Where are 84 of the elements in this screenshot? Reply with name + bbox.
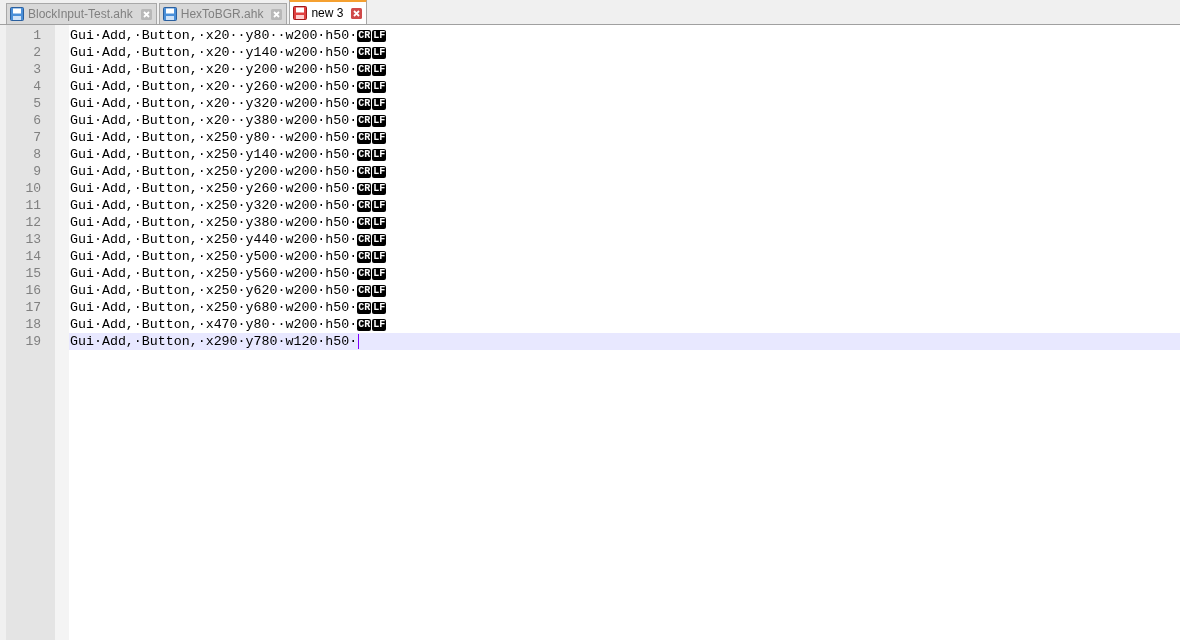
- saved-file-icon: [162, 7, 177, 21]
- line-number: 14: [24, 248, 42, 265]
- line-ending-marker: LF: [372, 182, 387, 195]
- code-line: Gui·Add,·Button,·x250·y140·w200·h50·: [70, 146, 358, 163]
- code-line: Gui·Add,·Button,·x250·y560·w200·h50·: [70, 265, 358, 282]
- code-line: Gui·Add,·Button,·x20··y320·w200·h50·: [70, 95, 358, 112]
- line-ending-marker: LF: [372, 233, 387, 246]
- line-ending-marker: CR: [357, 267, 372, 280]
- line-number: 9: [32, 163, 42, 180]
- line-number: 8: [32, 146, 42, 163]
- line-number: 11: [24, 197, 42, 214]
- line-ending-marker: CR: [357, 199, 372, 212]
- line-ending-marker: CR: [357, 301, 372, 314]
- close-icon[interactable]: [351, 7, 363, 19]
- line-number: 3: [32, 61, 42, 78]
- line-ending-marker: LF: [372, 114, 387, 127]
- line-ending-marker: CR: [357, 216, 372, 229]
- code-line: Gui·Add,·Button,·x250·y680·w200·h50·: [70, 299, 358, 316]
- line-number: 10: [24, 180, 42, 197]
- line-ending-marker: CR: [357, 148, 372, 161]
- code-line: Gui·Add,·Button,·x20··y140·w200·h50·: [70, 44, 358, 61]
- line-ending-marker: CR: [357, 131, 372, 144]
- line-number: 1: [32, 27, 42, 44]
- line-ending-marker: CR: [357, 233, 372, 246]
- line-ending-marker: LF: [372, 165, 387, 178]
- line-number: 2: [32, 44, 42, 61]
- line-ending-marker: LF: [372, 216, 387, 229]
- line-number: 7: [32, 129, 42, 146]
- line-number: 19: [24, 333, 42, 350]
- line-number: 5: [32, 95, 42, 112]
- line-ending-marker: LF: [372, 250, 387, 263]
- line-ending-marker: CR: [357, 63, 372, 76]
- line-ending-marker: CR: [357, 165, 372, 178]
- line-ending-marker: LF: [372, 131, 387, 144]
- code-line: Gui·Add,·Button,·x250·y620·w200·h50·: [70, 282, 358, 299]
- saved-file-icon: [10, 7, 24, 21]
- code-line: Gui·Add,·Button,·x290·y780·w120·h50·: [70, 333, 358, 350]
- line-number: 12: [24, 214, 42, 231]
- line-ending-marker: LF: [372, 199, 387, 212]
- close-icon[interactable]: [140, 8, 152, 20]
- line-ending-marker: CR: [357, 97, 372, 110]
- file-tab[interactable]: HexToBGR.ahk: [158, 3, 288, 24]
- line-ending-marker: CR: [357, 29, 372, 42]
- code-line: Gui·Add,·Button,·x20··y380·w200·h50·: [70, 112, 358, 129]
- line-number: 6: [32, 112, 42, 129]
- line-ending-marker: CR: [357, 114, 372, 127]
- code-line: Gui·Add,·Button,·x250·y80··w200·h50·: [70, 129, 358, 146]
- line-ending-marker: CR: [357, 80, 372, 93]
- code-line: Gui·Add,·Button,·x250·y260·w200·h50·: [70, 180, 358, 197]
- code-line: Gui·Add,·Button,·x250·y500·w200·h50·: [70, 248, 358, 265]
- line-ending-marker: LF: [372, 284, 387, 297]
- line-ending-marker: CR: [357, 284, 372, 297]
- line-ending-marker: LF: [372, 318, 387, 331]
- line-ending-marker: LF: [372, 148, 387, 161]
- file-tab[interactable]: BlockInput-Test.ahk: [6, 3, 157, 24]
- code-line: Gui·Add,·Button,·x250·y200·w200·h50·: [70, 163, 358, 180]
- close-icon[interactable]: [271, 8, 283, 20]
- line-number: 18: [24, 316, 42, 333]
- line-ending-marker: CR: [357, 318, 372, 331]
- line-ending-marker: LF: [372, 29, 387, 42]
- file-tab[interactable]: new 3: [289, 0, 368, 24]
- code-line: Gui·Add,·Button,·x20··y260·w200·h50·: [70, 78, 358, 95]
- line-ending-marker: LF: [372, 97, 387, 110]
- unsaved-file-icon: [293, 6, 308, 20]
- line-ending-marker: CR: [357, 182, 372, 195]
- line-number: 4: [32, 78, 42, 95]
- line-ending-marker: LF: [372, 63, 387, 76]
- line-ending-marker: CR: [357, 250, 372, 263]
- line-number: 15: [24, 265, 42, 282]
- text-caret: [358, 334, 360, 349]
- line-number: 13: [24, 231, 42, 248]
- line-ending-marker: LF: [372, 301, 387, 314]
- code-line: Gui·Add,·Button,·x250·y440·w200·h50·: [70, 231, 358, 248]
- line-number: 17: [24, 299, 42, 316]
- code-line: Gui·Add,·Button,·x470·y80··w200·h50·: [70, 316, 358, 333]
- code-line: Gui·Add,·Button,·x20··y80··w200·h50·: [70, 27, 358, 44]
- code-line: Gui·Add,·Button,·x20··y200·w200·h50·: [70, 61, 358, 78]
- code-line: Gui·Add,·Button,·x250·y320·w200·h50·: [70, 197, 358, 214]
- code-line: Gui·Add,·Button,·x250·y380·w200·h50·: [70, 214, 358, 231]
- line-ending-marker: LF: [372, 46, 387, 59]
- line-ending-marker: CR: [357, 46, 372, 59]
- line-ending-marker: LF: [372, 80, 387, 93]
- line-number: 16: [24, 282, 42, 299]
- line-ending-marker: LF: [372, 267, 387, 280]
